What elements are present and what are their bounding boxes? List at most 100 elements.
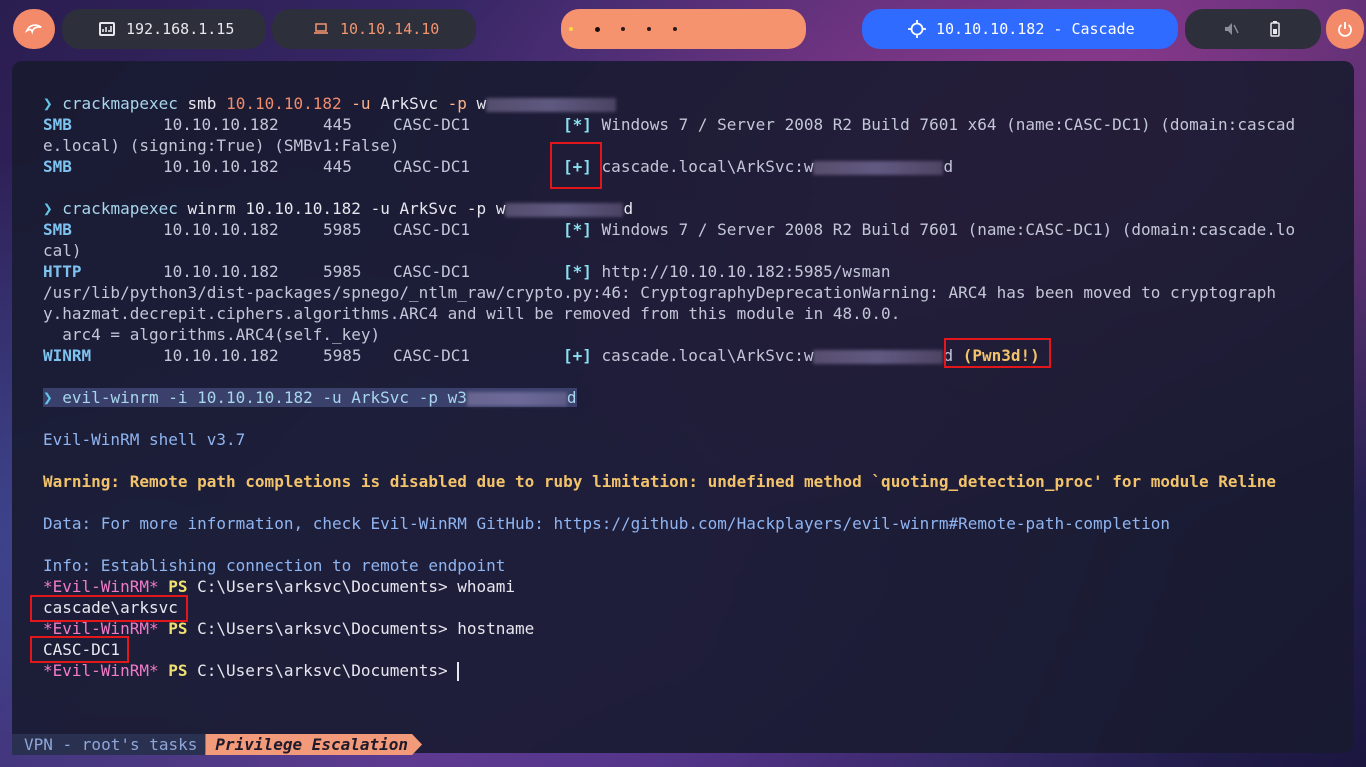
ps-label: PS bbox=[168, 661, 188, 680]
output-message: Windows 7 / Server 2008 R2 Build 7601 x6… bbox=[601, 115, 1296, 134]
host-port: 445 bbox=[323, 115, 352, 134]
terminal-line: WINRM 10.10.10.182 5985 CASC-DC1 [+] cascade… bbox=[43, 345, 1333, 366]
ps-prefix: *Evil-WinRM* bbox=[43, 619, 159, 638]
terminal-line: ❯ crackmapexec smb 10.10.10.182 -u ArkSv… bbox=[43, 93, 1333, 114]
lan-ip-text: 192.168.1.15 bbox=[126, 20, 235, 38]
redacted-password bbox=[813, 349, 944, 364]
warning-message: Warning: Remote path completions is disa… bbox=[43, 472, 1276, 491]
command-name: crackmapexec bbox=[62, 199, 178, 218]
workspace-5[interactable] bbox=[671, 25, 679, 33]
workspace-3[interactable] bbox=[619, 25, 627, 33]
workspace-2[interactable] bbox=[593, 25, 601, 33]
power-button[interactable] bbox=[1326, 9, 1364, 49]
terminal-line: *Evil-WinRM* PS C:\Users\arksvc\Document… bbox=[43, 576, 1333, 597]
host-port: 445 bbox=[323, 157, 352, 176]
host-name: CASC-DC1 bbox=[393, 262, 471, 281]
command-arg: smb bbox=[187, 94, 217, 113]
terminal-line: cascade\arksvc bbox=[43, 597, 1333, 618]
terminal-window[interactable]: ❯ crackmapexec smb 10.10.10.182 -u ArkSv… bbox=[12, 61, 1354, 753]
command-ip: 10.10.10.182 bbox=[226, 94, 342, 113]
text-cursor bbox=[457, 662, 460, 681]
host-ip: 10.10.10.182 bbox=[163, 262, 279, 281]
output-message: Windows 7 / Server 2008 R2 Build 7601 (n… bbox=[601, 220, 1296, 239]
command-ip: 10.10.10.182 bbox=[245, 199, 361, 218]
protocol-label: SMB bbox=[43, 220, 72, 239]
terminal-line: cal) bbox=[43, 240, 1333, 261]
ps-prefix: *Evil-WinRM* bbox=[43, 577, 159, 596]
vpn-ip-text: 10.10.14.10 bbox=[340, 20, 440, 38]
output-message: arc4 = algorithms.ARC4(self._key) bbox=[43, 325, 381, 344]
tmux-window-active[interactable]: Privilege Escalation bbox=[205, 734, 422, 755]
protocol-label: SMB bbox=[43, 157, 72, 176]
command-flag: -p bbox=[447, 94, 467, 113]
pwned-marker: (Pwn3d!) bbox=[962, 346, 1040, 365]
command-name: crackmapexec bbox=[62, 94, 178, 113]
output-message: e.local) (signing:True) (SMBv1:False) bbox=[43, 136, 400, 155]
terminal-line: HTTP 10.10.10.182 5985 CASC-DC1 [*] http://1… bbox=[43, 261, 1333, 282]
monitor-chart-icon bbox=[98, 20, 116, 38]
command-password: w bbox=[495, 199, 506, 218]
ps-path: C:\Users\arksvc\Documents> bbox=[197, 619, 448, 638]
output-message: /usr/lib/python3/dist-packages/spnego/_n… bbox=[43, 283, 1276, 302]
power-icon bbox=[1336, 20, 1354, 38]
terminal-line: ❯ crackmapexec winrm 10.10.10.182 -u Ark… bbox=[43, 198, 1333, 219]
lan-ip-indicator[interactable]: 192.168.1.15 bbox=[62, 9, 266, 49]
info-message: Info: Establishing connection to remote … bbox=[43, 556, 506, 575]
workspace-1[interactable] bbox=[567, 25, 575, 33]
command-password: d bbox=[566, 388, 577, 407]
terminal-line: SMB 10.10.10.182 445 CASC-DC1 [+] cascade.lo… bbox=[43, 156, 1333, 177]
status-marker: [*] bbox=[563, 262, 592, 281]
battery-icon[interactable] bbox=[1266, 20, 1284, 38]
credential-text: d bbox=[943, 157, 954, 176]
target-indicator[interactable]: 10.10.10.182 - Cascade bbox=[862, 9, 1178, 49]
terminal-line: y.hazmat.decrepit.ciphers.algorithms.ARC… bbox=[43, 303, 1333, 324]
data-message: Data: For more information, check Evil-W… bbox=[43, 514, 1171, 533]
protocol-label: WINRM bbox=[43, 346, 92, 365]
output-message: http://10.10.10.182:5985/wsman bbox=[601, 262, 891, 281]
ps-path: C:\Users\arksvc\Documents> bbox=[197, 661, 448, 680]
credential-text: d bbox=[943, 346, 954, 365]
status-marker: [*] bbox=[563, 115, 592, 134]
host-name: CASC-DC1 bbox=[393, 346, 471, 365]
app-menu-button[interactable] bbox=[13, 9, 55, 49]
ps-label: PS bbox=[168, 619, 188, 638]
terminal-line[interactable]: *Evil-WinRM* PS C:\Users\arksvc\Document… bbox=[43, 660, 1333, 681]
host-port: 5985 bbox=[323, 262, 362, 281]
terminal-line: SMB 10.10.10.182 5985 CASC-DC1 [*] Windows 7… bbox=[43, 219, 1333, 240]
system-tray bbox=[1185, 9, 1321, 49]
command-user: ArkSvc bbox=[380, 94, 438, 113]
hostname-output: CASC-DC1 bbox=[43, 640, 121, 659]
ps-command: whoami bbox=[457, 577, 516, 596]
laptop-icon bbox=[312, 20, 330, 38]
workspace-4[interactable] bbox=[645, 25, 653, 33]
output-message: y.hazmat.decrepit.ciphers.algorithms.ARC… bbox=[43, 304, 901, 323]
host-ip: 10.10.10.182 bbox=[163, 115, 279, 134]
command-text: evil-winrm -i 10.10.10.182 -u ArkSvc -p … bbox=[62, 388, 467, 407]
host-port: 5985 bbox=[323, 346, 362, 365]
host-name: CASC-DC1 bbox=[393, 220, 471, 239]
kali-dragon-icon bbox=[25, 20, 43, 38]
tmux-session-name[interactable]: VPN - root's tasks bbox=[12, 734, 206, 755]
status-marker: [+] bbox=[563, 346, 592, 365]
speaker-muted-icon[interactable] bbox=[1222, 20, 1240, 38]
terminal-line: SMB 10.10.10.182 445 CASC-DC1 [*] Windows 7 … bbox=[43, 114, 1333, 135]
terminal-line: *Evil-WinRM* PS C:\Users\arksvc\Document… bbox=[43, 618, 1333, 639]
prompt-symbol: ❯ bbox=[43, 388, 53, 407]
status-marker: [*] bbox=[563, 220, 592, 239]
target-text: 10.10.10.182 - Cascade bbox=[936, 20, 1135, 38]
terminal-line: CASC-DC1 bbox=[43, 639, 1333, 660]
whoami-output: cascade\arksvc bbox=[43, 598, 178, 617]
vpn-ip-indicator[interactable]: 10.10.14.10 bbox=[272, 9, 476, 49]
workspace-switcher[interactable] bbox=[561, 9, 806, 49]
protocol-label: SMB bbox=[43, 115, 72, 134]
host-name: CASC-DC1 bbox=[393, 115, 471, 134]
command-flag: -p bbox=[466, 199, 487, 218]
command-user: ArkSvc bbox=[399, 199, 458, 218]
terminal-line: Data: For more information, check Evil-W… bbox=[43, 513, 1333, 534]
terminal-line: Evil-WinRM shell v3.7 bbox=[43, 429, 1333, 450]
